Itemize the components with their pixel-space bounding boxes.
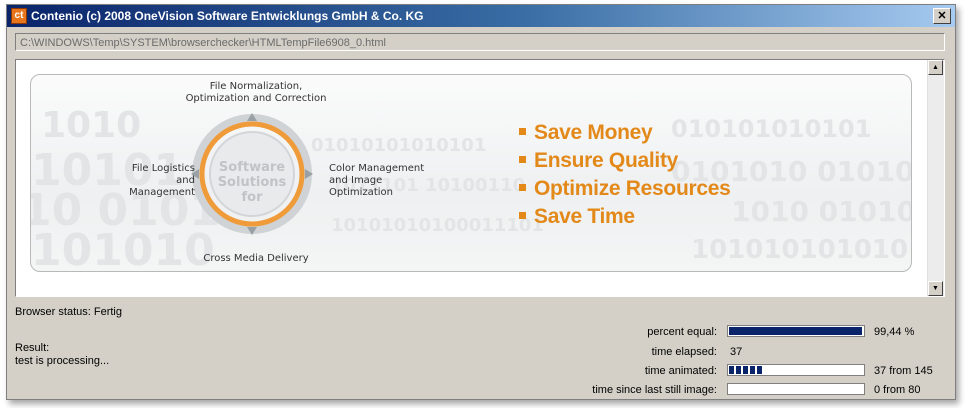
time-animated-bar (727, 364, 865, 376)
binary-decoration: 010101010101 (671, 115, 872, 143)
browser-status: Browser status: Fertig (15, 306, 122, 318)
binary-decoration: 1010 (41, 105, 142, 146)
label-file-logistics: File Logistics and Management (129, 163, 195, 198)
benefit-save-money: Save Money (519, 121, 653, 145)
scroll-up-icon[interactable]: ▲ (928, 60, 943, 75)
url-field: C:\WINDOWS\Temp\SYSTEM\browserchecker\HT… (15, 33, 945, 51)
bullet-icon (519, 183, 526, 191)
result-text: test is processing... (15, 355, 110, 367)
vertical-scrollbar[interactable]: ▲ ▼ (927, 60, 944, 296)
still-image-bar (727, 383, 865, 395)
time-animated-value: 37 from 145 (874, 365, 933, 377)
promo-banner: 1010 10101 10 0101 101010 01010101010101… (30, 74, 912, 272)
binary-decoration: 01010101010101 (311, 135, 487, 156)
bullet-icon (519, 211, 526, 219)
close-button[interactable]: ✕ (933, 8, 951, 24)
label-software-solutions: Software Solutions for (217, 160, 287, 205)
app-logo-icon: ct (11, 8, 27, 24)
bullet-icon (519, 155, 526, 163)
label-file-normalization: File Normalization, Optimization and Cor… (185, 81, 327, 104)
time-elapsed-value: 37 (730, 346, 743, 358)
title-bar[interactable]: ct Contenio (c) 2008 OneVision Software … (7, 5, 955, 27)
label-color-management: Color Management and Image Optimization (329, 163, 425, 198)
stat-label-still-image: time since last still image: (592, 384, 717, 396)
benefit-optimize-resources: Optimize Resources (519, 177, 731, 201)
percent-equal-value: 99,44 % (874, 326, 915, 338)
app-window: ct Contenio (c) 2008 OneVision Software … (6, 4, 956, 400)
stat-label-time-animated: time animated: (644, 365, 717, 377)
stat-label-time-elapsed: time elapsed: (651, 346, 717, 358)
benefit-save-time: Save Time (519, 205, 635, 229)
result-label: Result: (15, 342, 50, 354)
percent-equal-fill (729, 327, 863, 335)
binary-decoration: 1010 01010 (731, 195, 912, 228)
binary-decoration: 101010101010 (691, 235, 909, 265)
time-animated-fill (729, 366, 764, 374)
benefit-ensure-quality: Ensure Quality (519, 149, 678, 173)
scroll-down-icon[interactable]: ▼ (928, 281, 943, 296)
bullet-icon (519, 127, 526, 135)
binary-decoration: 10101010100011101 (331, 215, 544, 236)
stat-label-percent-equal: percent equal: (647, 326, 717, 338)
label-cross-media: Cross Media Delivery (203, 253, 309, 264)
browser-view: 1010 10101 10 0101 101010 01010101010101… (15, 59, 945, 297)
still-image-value: 0 from 80 (874, 384, 921, 396)
window-title: Contenio (c) 2008 OneVision Software Ent… (31, 9, 424, 23)
percent-equal-bar (727, 325, 865, 337)
